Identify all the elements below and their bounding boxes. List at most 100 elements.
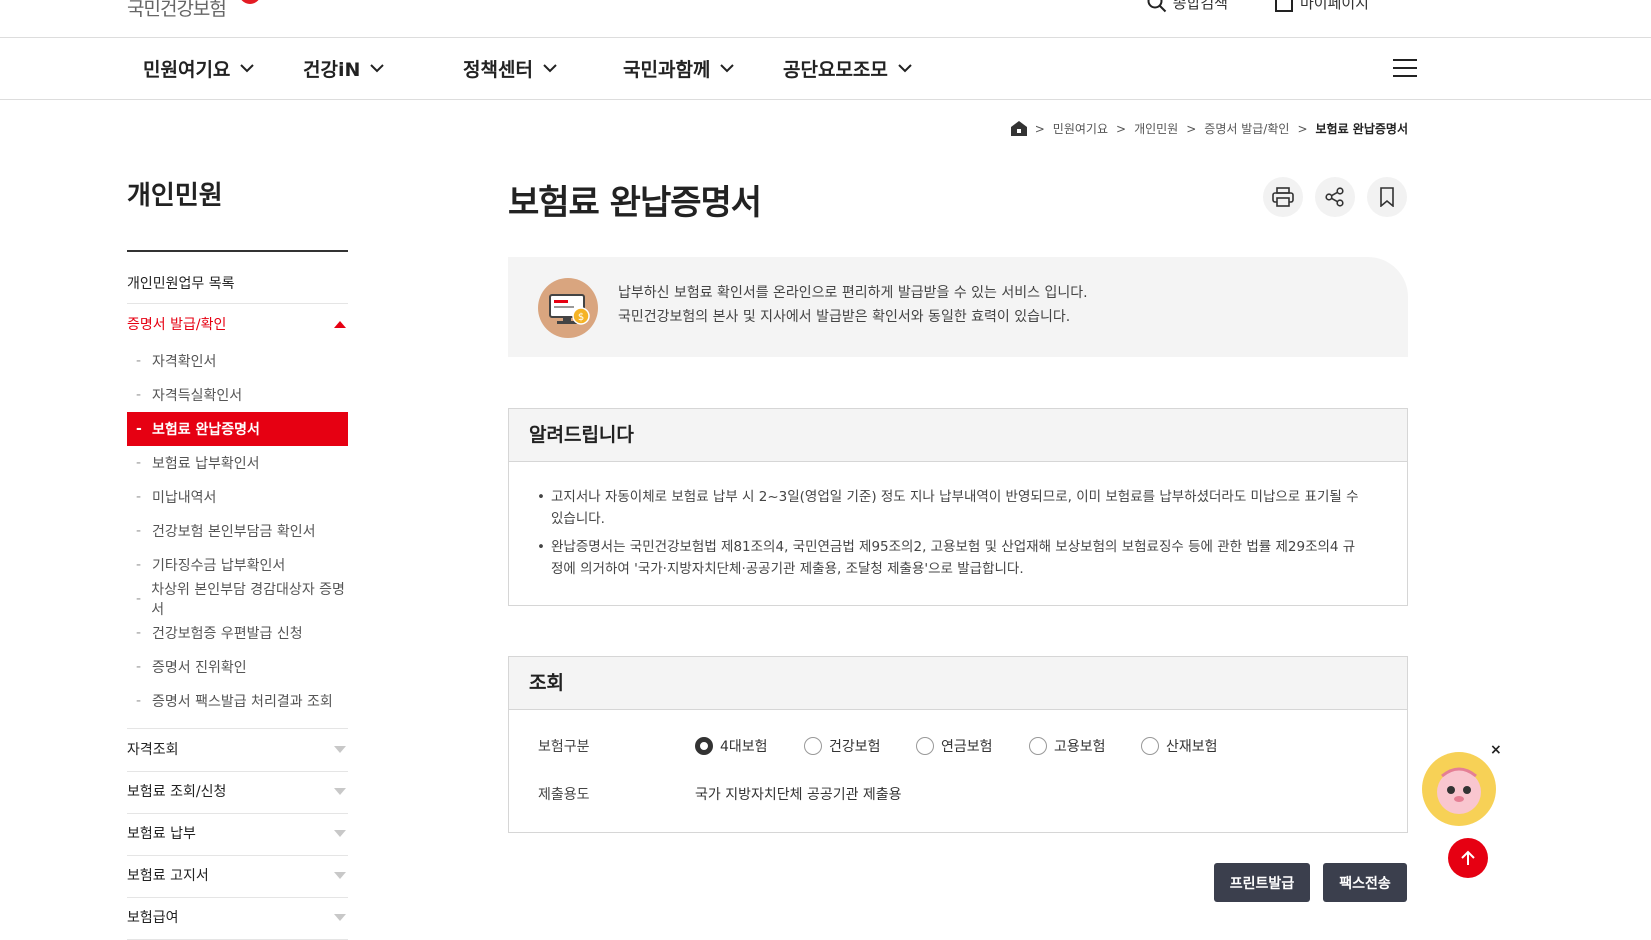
dash-icon: - (136, 591, 142, 607)
radio-pension[interactable]: 연금보험 (916, 736, 993, 756)
sidebar-group-premium-bill[interactable]: 보험료 고지서 (127, 855, 348, 898)
dash-icon: - (136, 353, 142, 369)
sidebar-sub-item[interactable]: - 건강보험 본인부담금 확인서 (127, 514, 348, 548)
logo-mark (239, 0, 261, 4)
radio-employment[interactable]: 고용보험 (1029, 736, 1106, 756)
utility-links: 종합검색 마이페이지 (1147, 0, 1369, 13)
radio-label: 4대보험 (720, 739, 768, 755)
page-title: 보험료 완납증명서 (508, 183, 762, 223)
sidebar-title: 개인민원 (127, 181, 223, 211)
sidebar-group-label: 보험료 조회/신청 (127, 784, 227, 800)
share-icon (1325, 187, 1344, 207)
sidebar-sub-item[interactable]: - 기타징수금 납부확인서 (127, 548, 348, 582)
chatbot-button[interactable] (1422, 752, 1496, 826)
dash-icon: - (136, 387, 142, 403)
dash-icon: - (136, 523, 142, 539)
sidebar-group-certificates[interactable]: 증명서 발급/확인 (127, 312, 348, 340)
sidebar-sub-item-label: 보험료 완납증명서 (152, 422, 260, 438)
dash-icon: - (136, 421, 142, 437)
radio-industrial-accident[interactable]: 산재보험 (1141, 736, 1218, 756)
sidebar-group-eligibility[interactable]: 자격조회 (127, 729, 348, 772)
dash-icon: - (136, 557, 142, 573)
radio-label: 고용보험 (1054, 739, 1106, 755)
sidebar-group-label: 보험료 고지서 (127, 868, 209, 884)
breadcrumb-separator-icon: > (1116, 121, 1127, 136)
mypage-link-label: 마이페이지 (1299, 0, 1369, 12)
breadcrumb: > 민원여기요 > 개인민원 > 증명서 발급/확인 > 보험료 완납증명서 (1010, 120, 1408, 137)
search-link[interactable]: 종합검색 (1147, 0, 1228, 13)
service-intro: $ 납부하신 보험료 확인서를 온라인으로 편리하게 발급받을 수 있는 서비스… (508, 257, 1408, 357)
sidebar-sub-item-label: 자격확인서 (152, 354, 217, 370)
scroll-top-button[interactable] (1448, 838, 1488, 878)
caret-up-icon (334, 321, 346, 328)
radio-label: 산재보험 (1166, 739, 1218, 755)
sidebar-item-list[interactable]: 개인민원업무 목록 (127, 270, 348, 304)
notice-item: 완납증명서는 국민건강보험법 제81조의4, 국민연금법 제95조의2, 고용보… (537, 536, 1363, 580)
radio-label: 연금보험 (941, 739, 993, 755)
chevron-down-icon (370, 64, 385, 73)
purpose-label: 제출용도 (538, 787, 590, 803)
intro-text: 납부하신 보험료 확인서를 온라인으로 편리하게 발급받을 수 있는 서비스 입… (618, 281, 1088, 329)
bookmark-icon (1380, 187, 1394, 207)
sidebar-sub-item[interactable]: - 자격득실확인서 (127, 378, 348, 412)
nav-item-label: 건강iN (303, 59, 361, 81)
nav-item-policy[interactable]: 정책센터 (463, 55, 557, 82)
close-icon[interactable]: × (1490, 742, 1502, 758)
monitor-coin-icon: $ (538, 278, 598, 338)
print-button[interactable] (1263, 177, 1303, 217)
home-icon[interactable] (1010, 121, 1027, 136)
dash-icon: - (136, 625, 142, 641)
sidebar-sub-item-active[interactable]: - 보험료 완납증명서 (127, 412, 348, 446)
sidebar-sub-item-label: 미납내역서 (152, 490, 217, 506)
nav-item-about[interactable]: 공단요모조모 (783, 55, 912, 82)
radio-unchecked-icon (804, 737, 822, 755)
arrow-up-icon (1461, 850, 1475, 865)
top-header: 국민건강보험 종합검색 마이페이지 (0, 0, 1651, 38)
sidebar-group-label: 보험급여 (127, 910, 179, 926)
radio-health[interactable]: 건강보험 (804, 736, 881, 756)
breadcrumb-separator-icon: > (1186, 121, 1197, 136)
chevron-down-icon (543, 64, 557, 73)
menu-icon[interactable] (1393, 58, 1417, 78)
print-issue-button[interactable]: 프린트발급 (1214, 863, 1310, 902)
sidebar-sub-item[interactable]: - 차상위 본인부담 경감대상자 증명서 (127, 582, 348, 618)
sidebar-group-label: 증명서 발급/확인 (127, 317, 227, 333)
nav-item-label: 공단요모조모 (783, 59, 888, 81)
sidebar-group-benefits[interactable]: 보험급여 (127, 897, 348, 940)
sidebar-group-label: 보험료 납부 (127, 826, 196, 842)
breadcrumb-item[interactable]: 개인민원 (1134, 120, 1178, 137)
caret-down-icon (334, 914, 346, 921)
breadcrumb-separator-icon: > (1297, 121, 1308, 136)
sidebar-sub-item[interactable]: - 건강보험증 우편발급 신청 (127, 616, 348, 650)
radio-4-insurances[interactable]: 4대보험 (695, 736, 768, 756)
radio-checked-icon (695, 737, 713, 755)
site-logo[interactable]: 국민건강보험 (127, 0, 261, 21)
share-button[interactable] (1315, 177, 1355, 217)
sidebar-sub-item[interactable]: - 자격확인서 (127, 344, 348, 378)
sidebar-sub-item-label: 건강보험 본인부담금 확인서 (152, 524, 316, 540)
fax-send-button[interactable]: 팩스전송 (1323, 863, 1407, 902)
chevron-down-icon (720, 64, 735, 73)
bookmark-button[interactable] (1367, 177, 1407, 217)
chevron-down-icon (240, 64, 255, 73)
dash-icon: - (136, 659, 142, 675)
chatbot-character-icon (1437, 767, 1481, 814)
sidebar-sub-item[interactable]: - 증명서 진위확인 (127, 650, 348, 684)
breadcrumb-item[interactable]: 민원여기요 (1053, 120, 1108, 137)
svg-text:$: $ (578, 312, 584, 323)
sidebar-sub-item[interactable]: - 보험료 납부확인서 (127, 446, 348, 480)
dash-icon: - (136, 693, 142, 709)
breadcrumb-item[interactable]: 증명서 발급/확인 (1204, 120, 1289, 137)
nav-item-health-in[interactable]: 건강iN (303, 55, 385, 82)
sidebar-sub-item[interactable]: - 미납내역서 (127, 480, 348, 514)
sidebar-group-premium-payment[interactable]: 보험료 납부 (127, 813, 348, 856)
mypage-link[interactable]: 마이페이지 (1274, 0, 1369, 13)
insurance-type-label: 보험구분 (538, 739, 590, 755)
nav-item-together[interactable]: 국민과함께 (623, 55, 735, 82)
sidebar-sub-item[interactable]: - 증명서 팩스발급 처리결과 조회 (127, 684, 348, 718)
nav-item-minwon[interactable]: 민원여기요 (143, 55, 255, 82)
main-navigation: 민원여기요 건강iN 정책센터 국민과함께 공단요모조모 (0, 37, 1651, 100)
caret-down-icon (334, 872, 346, 879)
sidebar-group-premium-query[interactable]: 보험료 조회/신청 (127, 771, 348, 814)
caret-down-icon (334, 830, 346, 837)
